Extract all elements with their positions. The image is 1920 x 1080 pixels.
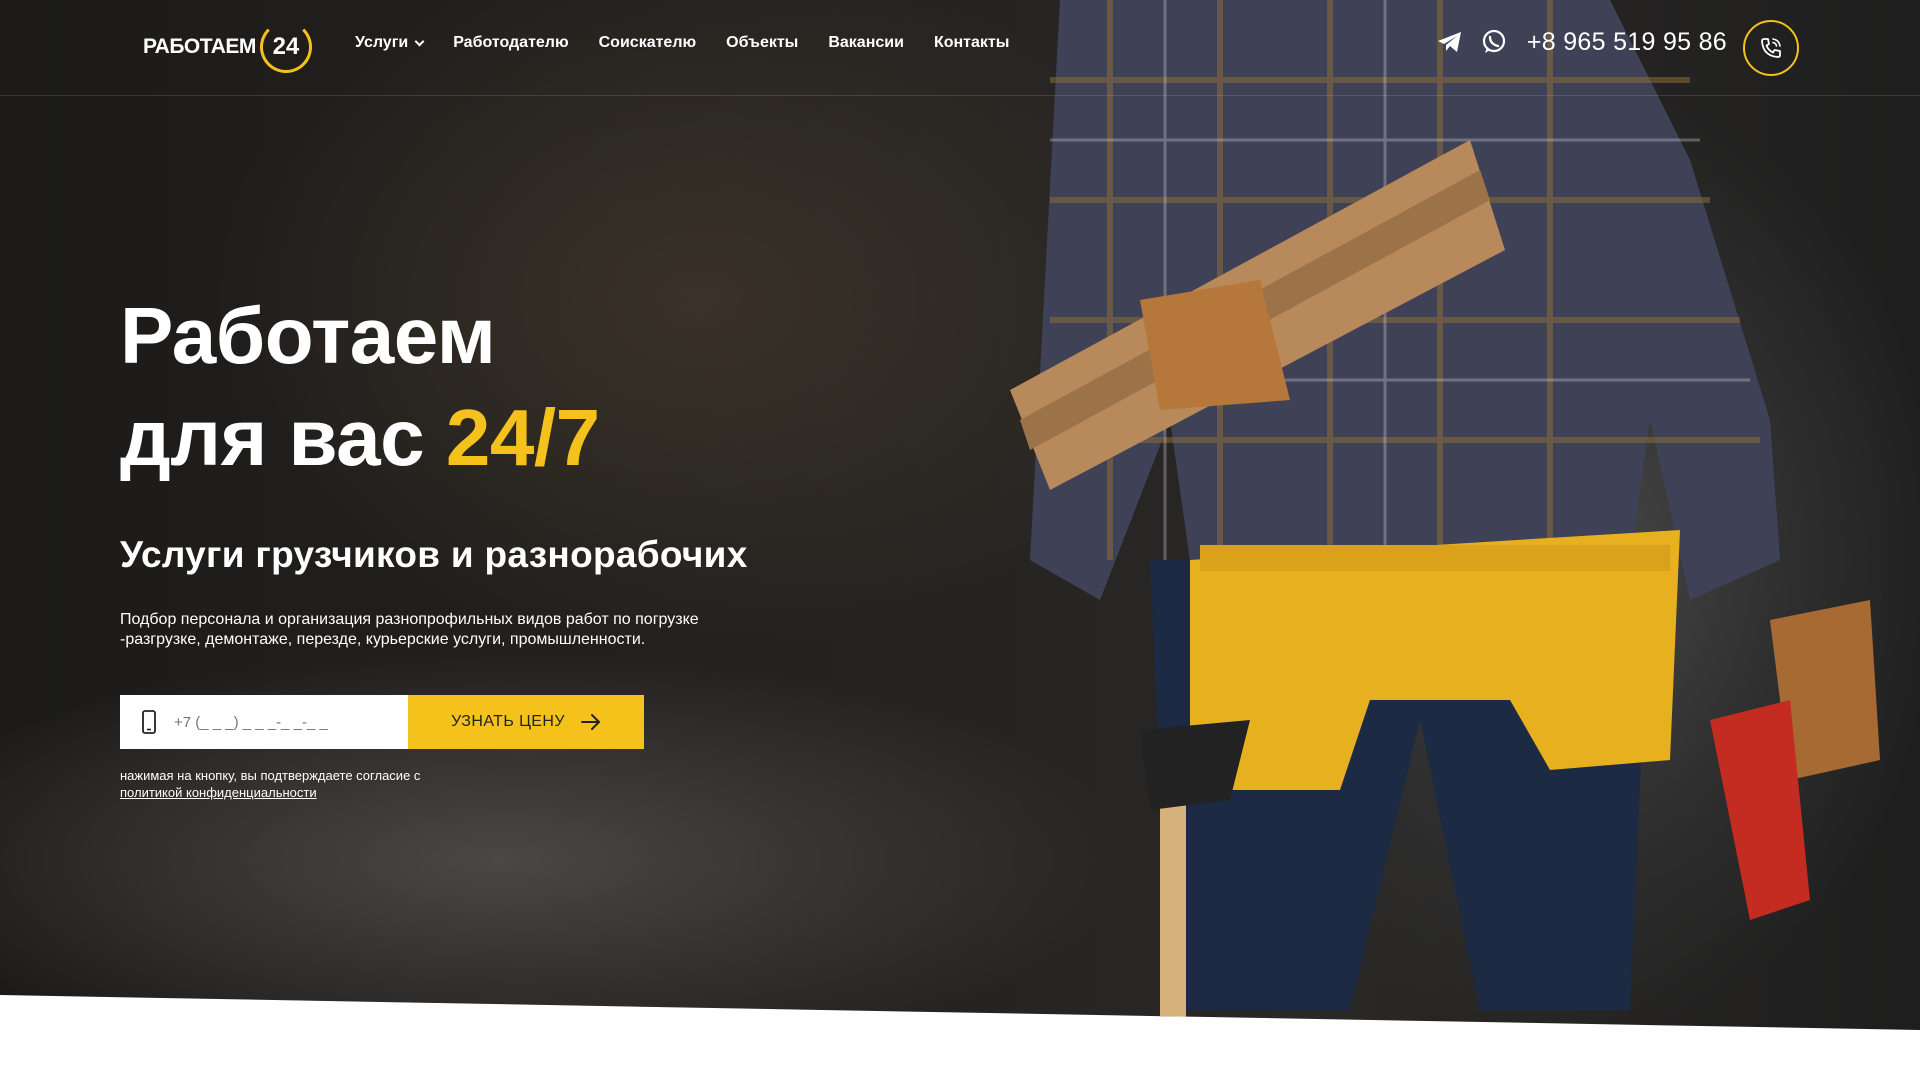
hero-title-accent: 24/7 — [445, 393, 600, 482]
header-phone-link[interactable]: +8 965 519 95 86 — [1527, 28, 1727, 57]
chevron-down-icon — [414, 36, 425, 46]
telegram-icon[interactable] — [1435, 27, 1465, 57]
header-contacts: +8 965 519 95 86 — [1435, 27, 1727, 57]
main-nav: Услуги Работодателю Соискателю Объекты В… — [355, 34, 1009, 52]
phone-input[interactable] — [174, 713, 374, 731]
header-bar: РАБОТАЕМ 24 Услуги Работодателю Соискате… — [0, 0, 1920, 96]
nav-item-label: Вакансии — [828, 34, 904, 51]
price-form: УЗНАТЬ ЦЕНУ — [120, 695, 644, 749]
phone-field[interactable] — [120, 695, 408, 749]
privacy-policy-link[interactable]: политикой конфиденциальности — [120, 785, 317, 800]
nav-item-employer[interactable]: Работодателю — [453, 34, 568, 52]
get-price-button[interactable]: УЗНАТЬ ЦЕНУ — [408, 695, 644, 749]
nav-item-applicant[interactable]: Соискателю — [599, 34, 697, 52]
call-button[interactable] — [1743, 20, 1799, 76]
site-logo[interactable]: РАБОТАЕМ 24 — [143, 18, 313, 76]
nav-item-objects[interactable]: Объекты — [726, 34, 798, 52]
nav-item-label: Услуги — [355, 34, 409, 51]
hero-subtitle: Услуги грузчиков и разнорабочих — [120, 534, 748, 575]
consent-note: нажимая на кнопку, вы подтверждаете согл… — [120, 767, 420, 801]
nav-item-vacancies[interactable]: Вакансии — [828, 34, 904, 52]
nav-item-label: Соискателю — [598, 34, 697, 51]
hero-title-line1: Работаем — [120, 291, 496, 380]
nav-item-contacts[interactable]: Контакты — [934, 34, 1009, 52]
nav-item-label: Работодателю — [453, 34, 569, 51]
hero-description: Подбор персонала и организация разнопроф… — [120, 611, 699, 648]
arrow-right-icon — [580, 714, 600, 730]
mobile-phone-icon — [142, 710, 156, 734]
phone-call-icon — [1761, 38, 1781, 58]
logo-text: РАБОТАЕМ — [143, 35, 256, 58]
hero-title-line2: для вас — [120, 393, 425, 482]
nav-item-label: Объекты — [726, 34, 799, 51]
worker-photo — [1010, 0, 1880, 1020]
nav-item-label: Контакты — [933, 34, 1010, 51]
hero-title: Работаем для вас 24/7 — [120, 285, 600, 489]
whatsapp-icon[interactable] — [1479, 27, 1509, 57]
nav-item-services[interactable]: Услуги — [355, 34, 425, 52]
get-price-label: УЗНАТЬ ЦЕНУ — [451, 713, 565, 730]
consent-text: нажимая на кнопку, вы подтверждаете согл… — [120, 768, 421, 783]
logo-badge: 24 — [259, 21, 312, 73]
